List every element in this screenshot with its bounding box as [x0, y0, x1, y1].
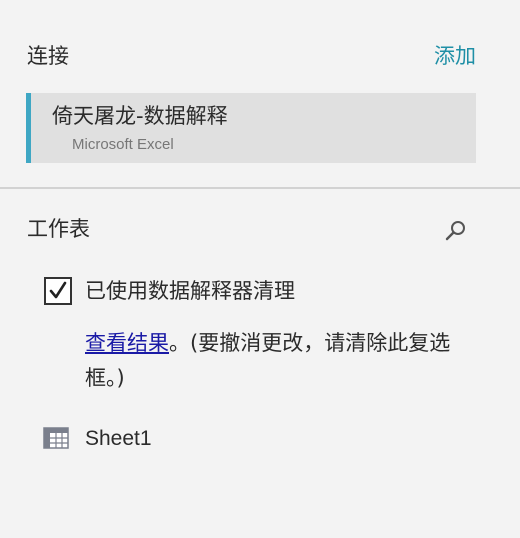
- interpreter-note: 查看结果。(要撤消更改，请清除此复选框。): [85, 326, 470, 396]
- data-interpreter-label: 已使用数据解释器清理: [85, 279, 295, 303]
- connection-name: 倚天屠龙-数据解释: [52, 104, 228, 128]
- connection-item[interactable]: 倚天屠龙-数据解释 Microsoft Excel: [26, 93, 476, 163]
- sheet-name: Sheet1: [85, 427, 152, 450]
- search-icon[interactable]: [444, 218, 468, 242]
- worksheets-header: 工作表: [27, 217, 90, 241]
- section-divider: [0, 187, 520, 189]
- data-source-panel: 连接 添加 倚天屠龙-数据解释 Microsoft Excel 工作表 已使用数…: [0, 0, 520, 538]
- data-interpreter-checkbox[interactable]: [44, 277, 72, 305]
- checkmark-icon: [49, 281, 67, 299]
- connection-type: Microsoft Excel: [72, 136, 174, 153]
- view-results-link[interactable]: 查看结果: [85, 331, 169, 355]
- sheet-item[interactable]: Sheet1: [40, 420, 340, 458]
- connections-header: 连接: [27, 44, 69, 68]
- add-connection-link[interactable]: 添加: [434, 46, 476, 67]
- table-icon: [43, 427, 69, 449]
